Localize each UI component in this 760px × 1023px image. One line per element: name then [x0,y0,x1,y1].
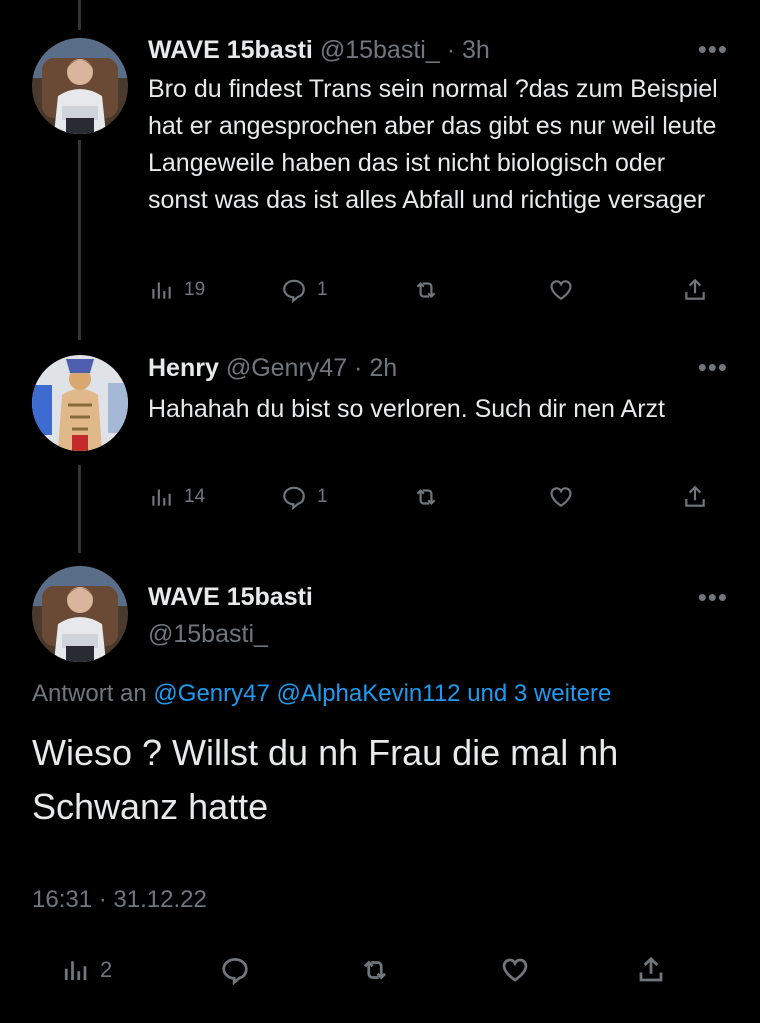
tweet-time[interactable]: · 2h [354,354,397,382]
like-icon [550,487,572,507]
retweet-button[interactable] [413,479,439,515]
views-button[interactable]: 14 [148,479,205,515]
retweet-button[interactable] [413,272,439,308]
reply-button[interactable] [220,950,250,990]
tweet-timestamp[interactable]: 16:31 · 31.12.22 [32,886,207,914]
reply-button[interactable]: 1 [281,272,328,308]
thread-line [78,0,81,30]
more-options-icon[interactable]: ••• [698,34,728,65]
views-count: 2 [100,957,113,982]
tweet-header: Henry @Genry47 · 2h [148,354,397,383]
like-button[interactable] [548,272,574,308]
reply-icon [222,957,248,985]
like-button[interactable] [548,479,574,515]
share-icon [685,278,705,300]
tweet-time[interactable]: · 3h [447,36,490,64]
tweet-text: Wieso ? Willst du nh Frau die mal nh Sch… [32,732,619,827]
reply-to-link[interactable]: @Genry47 @AlphaKevin112 und 3 weitere [153,680,611,707]
share-button[interactable] [682,479,708,515]
like-button[interactable] [500,950,530,990]
reply-count: 1 [317,279,328,300]
share-icon [685,485,705,507]
more-options-icon[interactable]: ••• [698,582,728,613]
author-name[interactable]: WAVE 15basti [148,583,313,612]
tweet-actions: 2 [60,950,700,990]
avatar[interactable] [32,566,128,662]
thread-line [78,140,81,340]
like-icon [502,958,528,982]
tweet-text: Hahahah du bist so verloren. Such dir ne… [148,395,665,423]
views-icon [152,282,171,299]
reply-context: Antwort an @Genry47 @AlphaKevin112 und 3… [32,680,611,708]
share-icon [639,956,663,982]
share-button[interactable] [682,272,708,308]
retweet-icon [416,488,436,506]
author-name[interactable]: WAVE 15basti [148,36,313,64]
retweet-button[interactable] [360,950,390,990]
avatar[interactable] [32,38,128,134]
views-button[interactable]: 2 [60,950,112,990]
reply-button[interactable]: 1 [281,479,328,515]
author-name[interactable]: Henry [148,354,219,382]
views-icon [64,961,87,980]
author-handle[interactable]: @15basti_ [320,36,440,64]
avatar[interactable] [32,355,128,451]
tweet-actions: 14 1 [148,479,712,515]
author-handle[interactable]: @15basti_ [148,620,268,649]
tweet-actions: 19 1 [148,272,712,308]
tweet-header: WAVE 15basti @15basti_ · 3h [148,36,490,65]
reply-icon [283,486,305,510]
reply-count: 1 [317,486,328,507]
reply-prefix: Antwort an [32,680,147,707]
thread-line [78,465,81,553]
reply-icon [283,279,305,303]
more-options-icon[interactable]: ••• [698,352,728,383]
retweet-icon [416,281,436,299]
retweet-icon [364,960,386,980]
views-button[interactable]: 19 [148,272,205,308]
tweet-text: Bro du findest Trans sein normal ?das zu… [148,75,718,214]
views-count: 14 [184,486,206,507]
author-handle[interactable]: @Genry47 [226,354,347,382]
views-icon [152,489,171,506]
views-count: 19 [184,279,206,300]
like-icon [550,280,572,300]
share-button[interactable] [636,950,666,990]
